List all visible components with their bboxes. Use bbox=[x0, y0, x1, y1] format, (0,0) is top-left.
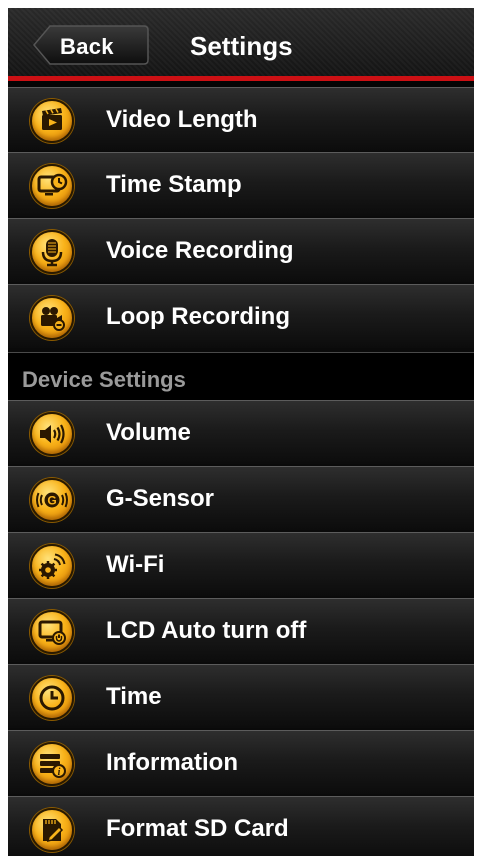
section-label: Device Settings bbox=[22, 367, 186, 392]
monitor-power-icon bbox=[30, 610, 74, 654]
camera-loop-icon bbox=[30, 296, 74, 340]
list-item-lcd-auto-turn-off[interactable]: LCD Auto turn off bbox=[8, 598, 474, 662]
list-item-label: Volume bbox=[106, 419, 191, 446]
list-item-time-stamp[interactable]: Time Stamp bbox=[8, 152, 474, 216]
list-item-wi-fi[interactable]: Wi-Fi bbox=[8, 532, 474, 596]
speaker-icon bbox=[30, 412, 74, 456]
list-item-label: Voice Recording bbox=[106, 237, 294, 264]
video-clip-icon bbox=[30, 99, 74, 143]
list-item-loop-recording[interactable]: Loop Recording bbox=[8, 284, 474, 348]
list-item-label: Information bbox=[106, 749, 238, 776]
svg-text:i: i bbox=[58, 767, 61, 778]
wifi-gear-icon bbox=[30, 544, 74, 588]
list-item-volume[interactable]: Volume bbox=[8, 400, 474, 464]
list-item-time[interactable]: Time bbox=[8, 664, 474, 728]
clock-icon bbox=[30, 676, 74, 720]
list-item-g-sensor[interactable]: G G-Sensor bbox=[8, 466, 474, 530]
list-item-label: Format SD Card bbox=[106, 815, 289, 842]
back-button[interactable]: Back bbox=[32, 24, 150, 66]
sd-card-icon bbox=[30, 808, 74, 852]
back-button-label: Back bbox=[60, 34, 114, 59]
list-item-label: G-Sensor bbox=[106, 485, 215, 512]
section-header-device-settings: Device Settings bbox=[8, 352, 474, 400]
list-item-label: Time Stamp bbox=[106, 171, 242, 198]
list-item-label: LCD Auto turn off bbox=[106, 617, 307, 644]
list-item-video-length[interactable]: Video Length bbox=[8, 87, 474, 151]
settings-screen: Back Settings Video Length Time Stamp Vo… bbox=[8, 8, 474, 856]
svg-text:G: G bbox=[47, 494, 56, 508]
microphone-icon bbox=[30, 230, 74, 274]
list-item-label: Time bbox=[106, 683, 162, 710]
list-item-label: Loop Recording bbox=[106, 303, 290, 330]
navigation-bar: Back Settings bbox=[8, 8, 474, 76]
list-item-format-sd-card[interactable]: Format SD Card bbox=[8, 796, 474, 856]
monitor-clock-icon bbox=[30, 164, 74, 208]
g-sensor-icon: G bbox=[30, 478, 74, 522]
list-item-voice-recording[interactable]: Voice Recording bbox=[8, 218, 474, 282]
list-item-label: Wi-Fi bbox=[106, 551, 165, 578]
page-title: Settings bbox=[190, 31, 293, 61]
info-card-icon: i bbox=[30, 742, 74, 786]
list-item-information[interactable]: i Information bbox=[8, 730, 474, 794]
list-item-label: Video Length bbox=[106, 106, 258, 133]
